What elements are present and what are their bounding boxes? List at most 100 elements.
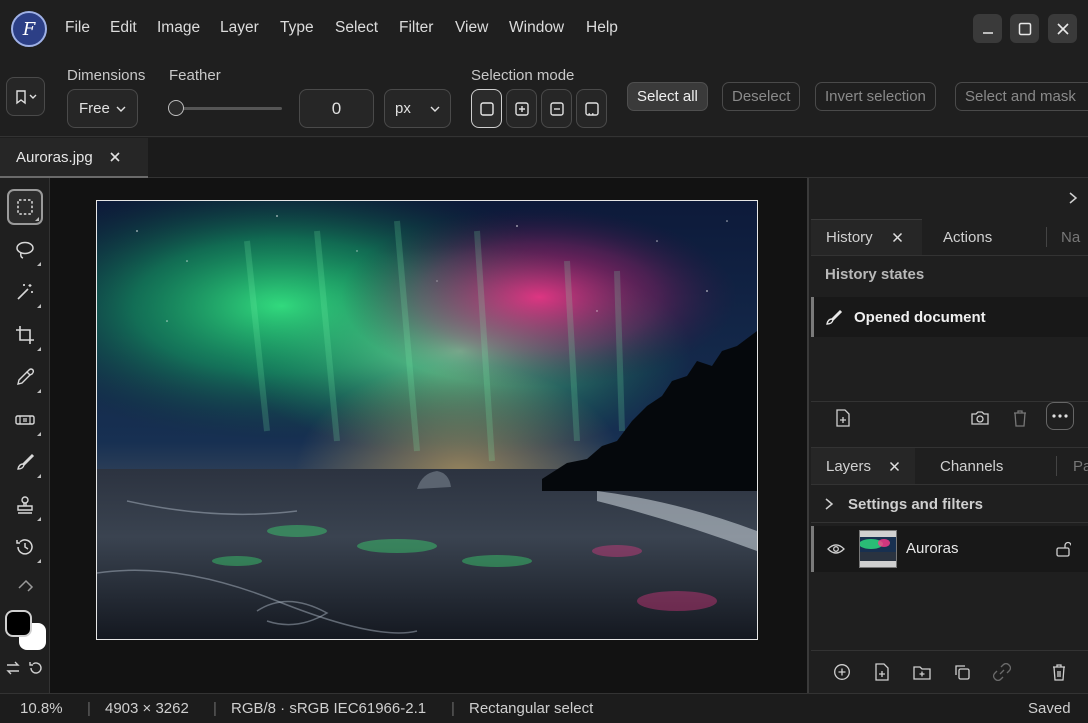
close-tab-icon[interactable] (109, 151, 121, 163)
invert-selection-button[interactable]: Invert selection (815, 82, 936, 111)
maximize-button[interactable] (1010, 14, 1039, 43)
document-tab[interactable]: Auroras.jpg (0, 138, 148, 178)
canvas-area[interactable] (50, 178, 807, 693)
add-selection-icon (514, 101, 529, 116)
tab-actions-label: Actions (943, 228, 993, 246)
status-separator: | (213, 700, 217, 717)
collapse-panels-button[interactable] (1061, 186, 1085, 210)
intersect-selection-icon (584, 101, 599, 116)
new-layer-button[interactable] (870, 660, 894, 684)
tab-layers-label: Layers (826, 457, 872, 475)
trash-icon (1014, 410, 1026, 427)
feather-slider-track (176, 107, 282, 110)
rectangular-select-tool[interactable] (7, 189, 43, 225)
document-image[interactable] (96, 200, 758, 640)
crop-tool[interactable] (7, 317, 43, 353)
eyedropper-tool[interactable] (7, 359, 43, 395)
layer-lock-toggle[interactable] (1051, 537, 1075, 561)
menu-help[interactable]: Help (586, 19, 618, 37)
app-logo[interactable]: F (11, 11, 47, 47)
color-swatches (5, 610, 49, 654)
app-logo-letter: F (22, 18, 36, 40)
mode-add-selection-button[interactable] (506, 89, 537, 128)
add-adjustment-button[interactable] (830, 660, 854, 684)
status-bar: 10.8% | 4903 × 3262 | RGB/8 · sRGB IEC61… (0, 693, 1088, 723)
link-layers-button[interactable] (990, 660, 1014, 684)
menu-edit[interactable]: Edit (110, 19, 137, 37)
tab-layers[interactable]: Layers (811, 448, 915, 484)
reset-colors-button[interactable] (28, 660, 44, 676)
tab-history[interactable]: History (811, 219, 922, 255)
new-selection-icon (479, 101, 494, 116)
feather-slider[interactable] (168, 99, 282, 117)
menu-type[interactable]: Type (280, 19, 314, 37)
camera-icon (971, 411, 989, 425)
feather-slider-handle[interactable] (168, 100, 184, 116)
snapshot-button[interactable] (968, 406, 992, 430)
menu-filter[interactable]: Filter (399, 19, 433, 37)
close-tab-icon[interactable] (889, 461, 900, 472)
tool-more-indicator (37, 517, 41, 521)
history-state-item[interactable]: Opened document (811, 297, 1088, 337)
clone-stamp-tool[interactable] (7, 487, 43, 523)
close-window-button[interactable] (1048, 14, 1077, 43)
lasso-tool[interactable] (7, 232, 43, 268)
new-group-button[interactable] (910, 660, 934, 684)
history-tab-bar: History Actions Na (811, 219, 1088, 256)
menu-layer[interactable]: Layer (220, 19, 259, 37)
tab-divider (1046, 227, 1047, 247)
mode-intersect-selection-button[interactable] (576, 89, 607, 128)
deselect-button[interactable]: Deselect (722, 82, 801, 111)
new-document-from-state-button[interactable] (831, 406, 855, 430)
dimensions-dropdown[interactable]: Free (67, 89, 138, 128)
select-all-button[interactable]: Select all (627, 82, 708, 111)
close-tab-icon[interactable] (892, 232, 903, 243)
feather-input[interactable]: 0 (299, 89, 374, 128)
tool-more-indicator (37, 347, 41, 351)
feather-unit-dropdown[interactable]: px (384, 89, 451, 128)
delete-state-button[interactable] (1008, 406, 1032, 430)
delete-layer-button[interactable] (1047, 660, 1071, 684)
healing-tool[interactable] (7, 402, 43, 438)
tool-strip (0, 178, 50, 693)
menu-select[interactable]: Select (335, 19, 378, 37)
subtract-selection-icon (549, 101, 564, 116)
history-brush-tool[interactable] (7, 529, 43, 565)
feather-value: 0 (331, 98, 342, 118)
menu-image[interactable]: Image (157, 19, 200, 37)
more-icon (1052, 414, 1068, 418)
menu-file[interactable]: File (65, 19, 90, 37)
status-current-tool: Rectangular select (469, 700, 594, 717)
tab-paths-label: Pa (1073, 457, 1088, 475)
select-and-mask-button[interactable]: Select and mask (955, 82, 1088, 111)
layer-visibility-toggle[interactable] (824, 537, 848, 561)
new-file-icon (836, 409, 850, 427)
eyedropper-icon (17, 368, 35, 385)
tab-paths[interactable]: Pa (1073, 448, 1088, 484)
tab-navigator[interactable]: Na (1061, 219, 1088, 255)
swap-icon (6, 661, 20, 675)
unlock-icon (1056, 541, 1071, 557)
mode-subtract-selection-button[interactable] (541, 89, 572, 128)
bookmark-icon (15, 89, 36, 104)
status-zoom[interactable]: 10.8% (20, 700, 63, 717)
menu-window[interactable]: Window (509, 19, 564, 37)
menu-view[interactable]: View (455, 19, 488, 37)
eraser-tool[interactable] (7, 572, 43, 592)
tab-actions[interactable]: Actions (943, 219, 992, 255)
minimize-button[interactable] (973, 14, 1002, 43)
right-panel-dock: History Actions Na History states Opened… (807, 178, 1088, 693)
foreground-color-swatch[interactable] (5, 610, 32, 637)
swap-colors-button[interactable] (5, 660, 21, 676)
layer-row[interactable]: Auroras (811, 526, 1088, 572)
tool-presets-button[interactable] (6, 77, 45, 116)
mode-new-selection-button[interactable] (471, 89, 502, 128)
settings-and-filters-row[interactable]: Settings and filters (811, 486, 1088, 523)
history-more-button[interactable] (1046, 402, 1074, 430)
brush-tool[interactable] (7, 444, 43, 480)
duplicate-layer-button[interactable] (950, 660, 974, 684)
tab-channels[interactable]: Channels (940, 448, 1003, 484)
magic-wand-tool[interactable] (7, 274, 43, 310)
layers-footer (811, 650, 1088, 693)
maximize-icon (1018, 22, 1031, 35)
